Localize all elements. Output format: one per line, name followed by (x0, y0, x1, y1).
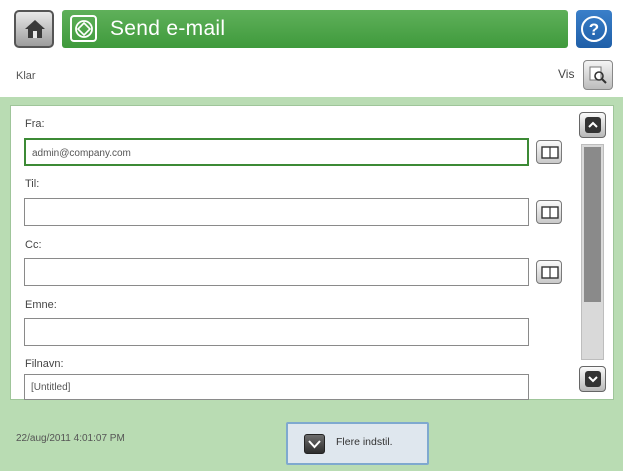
address-book-icon (541, 206, 559, 219)
chevron-down-icon (585, 371, 601, 387)
status-text: Klar (16, 70, 36, 82)
from-address-book-button[interactable] (536, 140, 562, 164)
home-icon (25, 20, 45, 38)
to-address-book-button[interactable] (536, 200, 562, 224)
cc-address-book-button[interactable] (536, 260, 562, 284)
content-frame: Fra: admin@company.com Til: Cc: Emne: Fi… (0, 97, 623, 471)
address-book-icon (541, 146, 559, 159)
magnifier-icon (589, 66, 607, 84)
cc-label: Cc: (25, 239, 42, 251)
to-field[interactable] (24, 198, 529, 226)
cc-field[interactable] (24, 258, 529, 286)
view-label: Vis (558, 67, 575, 81)
scroll-up-button[interactable] (579, 112, 606, 138)
home-button[interactable] (14, 10, 54, 48)
subject-label: Emne: (25, 299, 57, 311)
chevron-down-icon (304, 434, 325, 454)
page-title: Send e-mail (110, 17, 226, 40)
datetime-display: 22/aug/2011 4:01:07 PM (16, 433, 125, 444)
address-book-icon (541, 266, 559, 279)
status-strip: Klar Vis (0, 57, 623, 95)
filename-field[interactable]: [Untitled] (24, 374, 529, 400)
preview-button[interactable] (583, 60, 613, 90)
scroll-down-button[interactable] (579, 366, 606, 392)
filename-label: Filnavn: (25, 358, 64, 370)
from-field[interactable]: admin@company.com (24, 138, 529, 166)
subject-field[interactable] (24, 318, 529, 346)
to-label: Til: (25, 178, 40, 190)
scrollbar-thumb[interactable] (584, 147, 601, 302)
help-button[interactable]: ? (576, 10, 612, 48)
help-icon: ? (581, 16, 607, 42)
title-bar: Send e-mail (62, 10, 568, 48)
header-bar: Send e-mail ? (0, 0, 623, 56)
from-label: Fra: (25, 118, 45, 130)
send-email-icon (70, 15, 97, 42)
scrollbar-track[interactable] (581, 144, 604, 360)
chevron-up-icon (585, 117, 601, 133)
more-options-label: Flere indstil. (336, 436, 393, 448)
email-form-panel: Fra: admin@company.com Til: Cc: Emne: Fi… (10, 105, 614, 400)
more-options-button[interactable]: Flere indstil. (286, 422, 429, 465)
